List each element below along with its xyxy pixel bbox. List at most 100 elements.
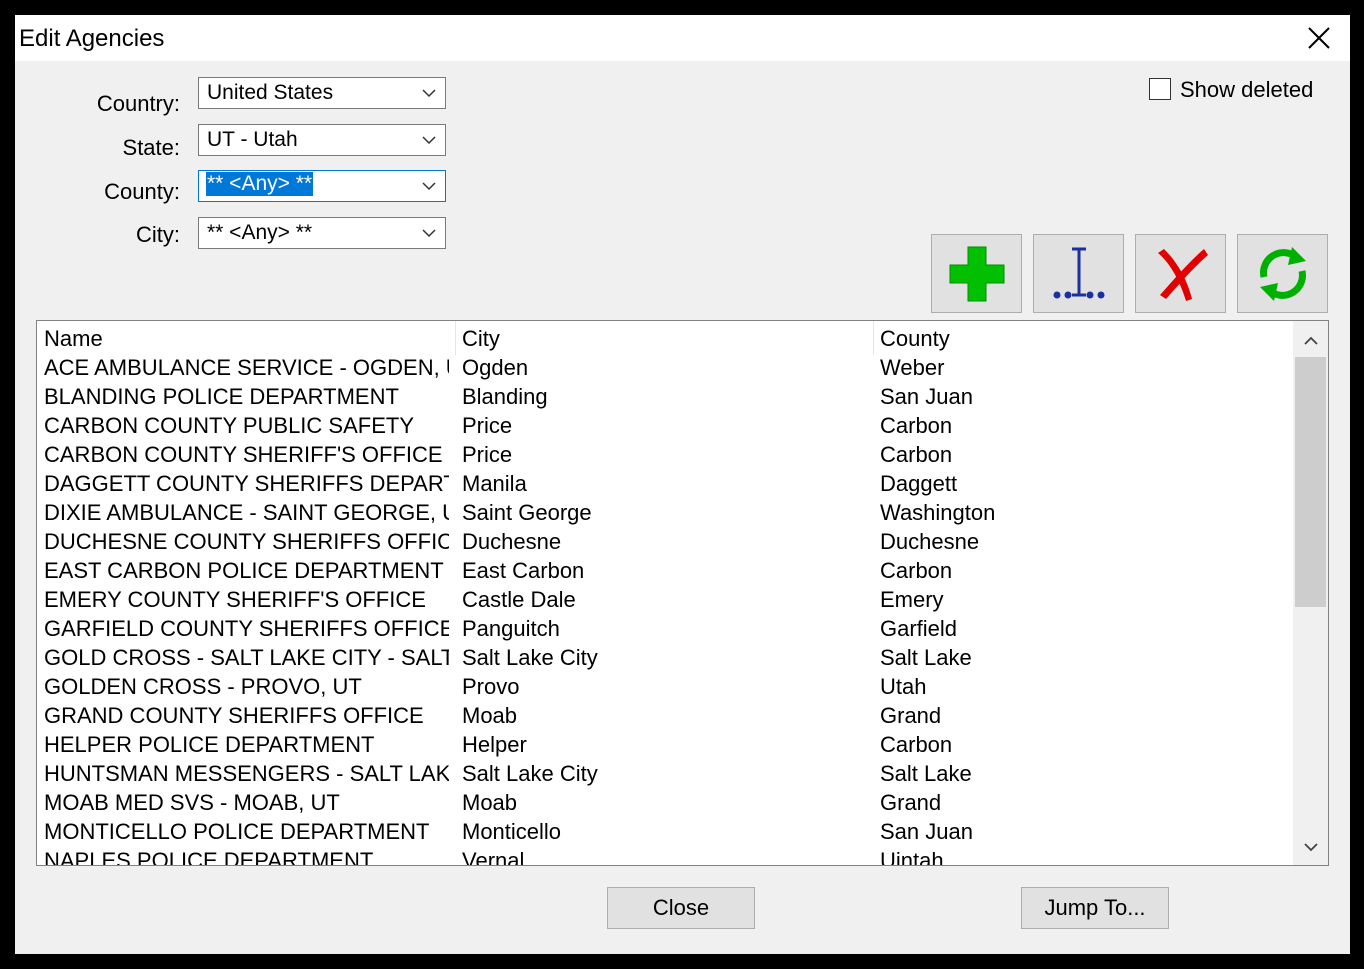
cell-county: Emery [880,587,944,612]
delete-button[interactable] [1135,234,1226,313]
green-refresh-icon [1260,247,1306,301]
cell-county: Garfield [880,616,958,641]
refresh-button[interactable] [1237,234,1328,313]
cell-city: East Carbon [462,558,585,583]
cell-city: Saint George [462,500,592,525]
chevron-down-icon [422,89,436,98]
cell-county: Salt Lake [880,761,972,786]
cell-city: Castle Dale [462,587,576,612]
window-title: Edit Agencies [19,25,165,52]
edit-agencies-dialog: Edit Agencies Country: United States Sta… [15,15,1350,954]
county-value: ** <Any> ** [206,172,314,196]
cell-county: Salt Lake [880,645,972,670]
chevron-down-icon [422,182,436,191]
title-bar: Edit Agencies [15,15,1350,61]
cell-county: Utah [880,674,927,699]
table-row[interactable]: CARBON COUNTY SHERIFF'S OFFICE Price Carbo… [37,442,1293,471]
list-header: Name City County [37,321,1293,357]
table-row[interactable]: DAGGETT COUNTY SHERIFFS DEPARTME... Manil… [37,471,1293,500]
county-select[interactable]: ** <Any> ** [198,170,446,202]
cell-county: Carbon [880,442,953,467]
chevron-down-icon [422,229,436,238]
table-row[interactable]: BLANDING POLICE DEPARTMENT Blanding San Ju… [37,384,1293,413]
list-rows: ACE AMBULANCE SERVICE - OGDEN, UT Ogden We… [37,355,1293,866]
cell-county: Uintah [880,848,944,866]
cell-county: Grand [880,703,942,728]
cell-name: GOLDEN CROSS - PROVO, UT [44,674,362,699]
cell-city: Panguitch [462,616,560,641]
table-row[interactable]: GOLD CROSS - SALT LAKE CITY - SALT L... S… [37,645,1293,674]
close-icon[interactable] [1306,25,1332,51]
cell-name: CARBON COUNTY PUBLIC SAFETY [44,413,414,438]
country-value: United States [207,81,334,104]
table-row[interactable]: GARFIELD COUNTY SHERIFFS OFFICE Panguitch… [37,616,1293,645]
cell-name: GOLD CROSS - SALT LAKE CITY - SALT L... [44,645,449,670]
agencies-list[interactable]: Name City County ACE AMBULANCE SERVICE -… [36,320,1329,866]
chevron-down-icon[interactable] [1303,841,1319,853]
column-header-city[interactable]: City [462,326,500,352]
cell-city: Blanding [462,384,548,409]
column-header-name[interactable]: Name [44,326,103,352]
table-row[interactable]: NAPLES POLICE DEPARTMENT Vernal Uintah [37,848,1293,866]
table-row[interactable]: HUNTSMAN MESSENGERS - SALT LAKE C... Salt… [37,761,1293,790]
green-plus-icon [949,246,1005,302]
table-row[interactable]: MOAB MED SVS - MOAB, UT Moab Grand [37,790,1293,819]
country-select[interactable]: United States [198,77,446,109]
cell-city: Vernal [462,848,525,866]
close-button[interactable]: Close [607,887,755,929]
chevron-up-icon[interactable] [1303,335,1319,347]
table-row[interactable]: DIXIE AMBULANCE - SAINT GEORGE, UT Saint … [37,500,1293,529]
cell-city: Duchesne [462,529,562,554]
state-value: UT - Utah [207,128,298,151]
edit-button[interactable] [1033,234,1124,313]
cell-city: Salt Lake City [462,761,598,786]
cell-county: Daggett [880,471,958,496]
table-row[interactable]: GRAND COUNTY SHERIFFS OFFICE Moab Grand [37,703,1293,732]
cell-city: Helper [462,732,527,757]
county-label: County: [104,179,180,204]
cell-city: Monticello [462,819,562,844]
cell-city: Moab [462,790,518,815]
cell-name: NAPLES POLICE DEPARTMENT [44,848,374,866]
cell-city: Price [462,442,513,467]
cell-county: Weber [880,355,945,380]
cell-name: HUNTSMAN MESSENGERS - SALT LAKE C... [44,761,449,786]
cell-county: San Juan [880,819,973,844]
table-row[interactable]: GOLDEN CROSS - PROVO, UT Provo Utah [37,674,1293,703]
show-deleted-checkbox[interactable] [1149,78,1171,100]
table-row[interactable]: CARBON COUNTY PUBLIC SAFETY Price Carbon [37,413,1293,442]
chevron-down-icon [422,136,436,145]
table-row[interactable]: EAST CARBON POLICE DEPARTMENT East Carbon… [37,558,1293,587]
jump-to-button[interactable]: Jump To... [1021,887,1169,929]
city-select[interactable]: ** <Any> ** [198,217,446,249]
cell-name: MOAB MED SVS - MOAB, UT [44,790,340,815]
city-value: ** <Any> ** [207,221,313,244]
text-cursor-icon [1053,247,1105,299]
cell-county: Washington [880,500,996,525]
table-row[interactable]: DUCHESNE COUNTY SHERIFFS OFFICE Duchesne D… [37,529,1293,558]
red-x-icon [1158,249,1208,301]
vertical-scrollbar[interactable] [1293,321,1328,865]
table-row[interactable]: ACE AMBULANCE SERVICE - OGDEN, UT Ogden We… [37,355,1293,384]
show-deleted-label[interactable]: Show deleted [1180,77,1313,103]
cell-name: BLANDING POLICE DEPARTMENT [44,384,399,409]
cell-county: Grand [880,790,942,815]
cell-name: GARFIELD COUNTY SHERIFFS OFFICE [44,616,449,641]
state-select[interactable]: UT - Utah [198,124,446,156]
cell-city: Provo [462,674,520,699]
country-label: Country: [96,91,180,116]
add-button[interactable] [931,234,1022,313]
cell-name: DUCHESNE COUNTY SHERIFFS OFFICE [44,529,449,554]
cell-name: EAST CARBON POLICE DEPARTMENT [44,558,444,583]
cell-city: Moab [462,703,518,728]
table-row[interactable]: HELPER POLICE DEPARTMENT Helper Carbon [37,732,1293,761]
cell-county: Carbon [880,558,953,583]
scrollbar-thumb[interactable] [1295,357,1326,607]
cell-county: Carbon [880,413,953,438]
cell-name: DAGGETT COUNTY SHERIFFS DEPARTME... [44,471,449,496]
table-row[interactable]: EMERY COUNTY SHERIFF'S OFFICE Castle Dale… [37,587,1293,616]
column-header-county[interactable]: County [880,326,950,352]
cell-city: Salt Lake City [462,645,598,670]
table-row[interactable]: MONTICELLO POLICE DEPARTMENT Monticello Sa… [37,819,1293,848]
cell-name: DIXIE AMBULANCE - SAINT GEORGE, UT [44,500,449,525]
